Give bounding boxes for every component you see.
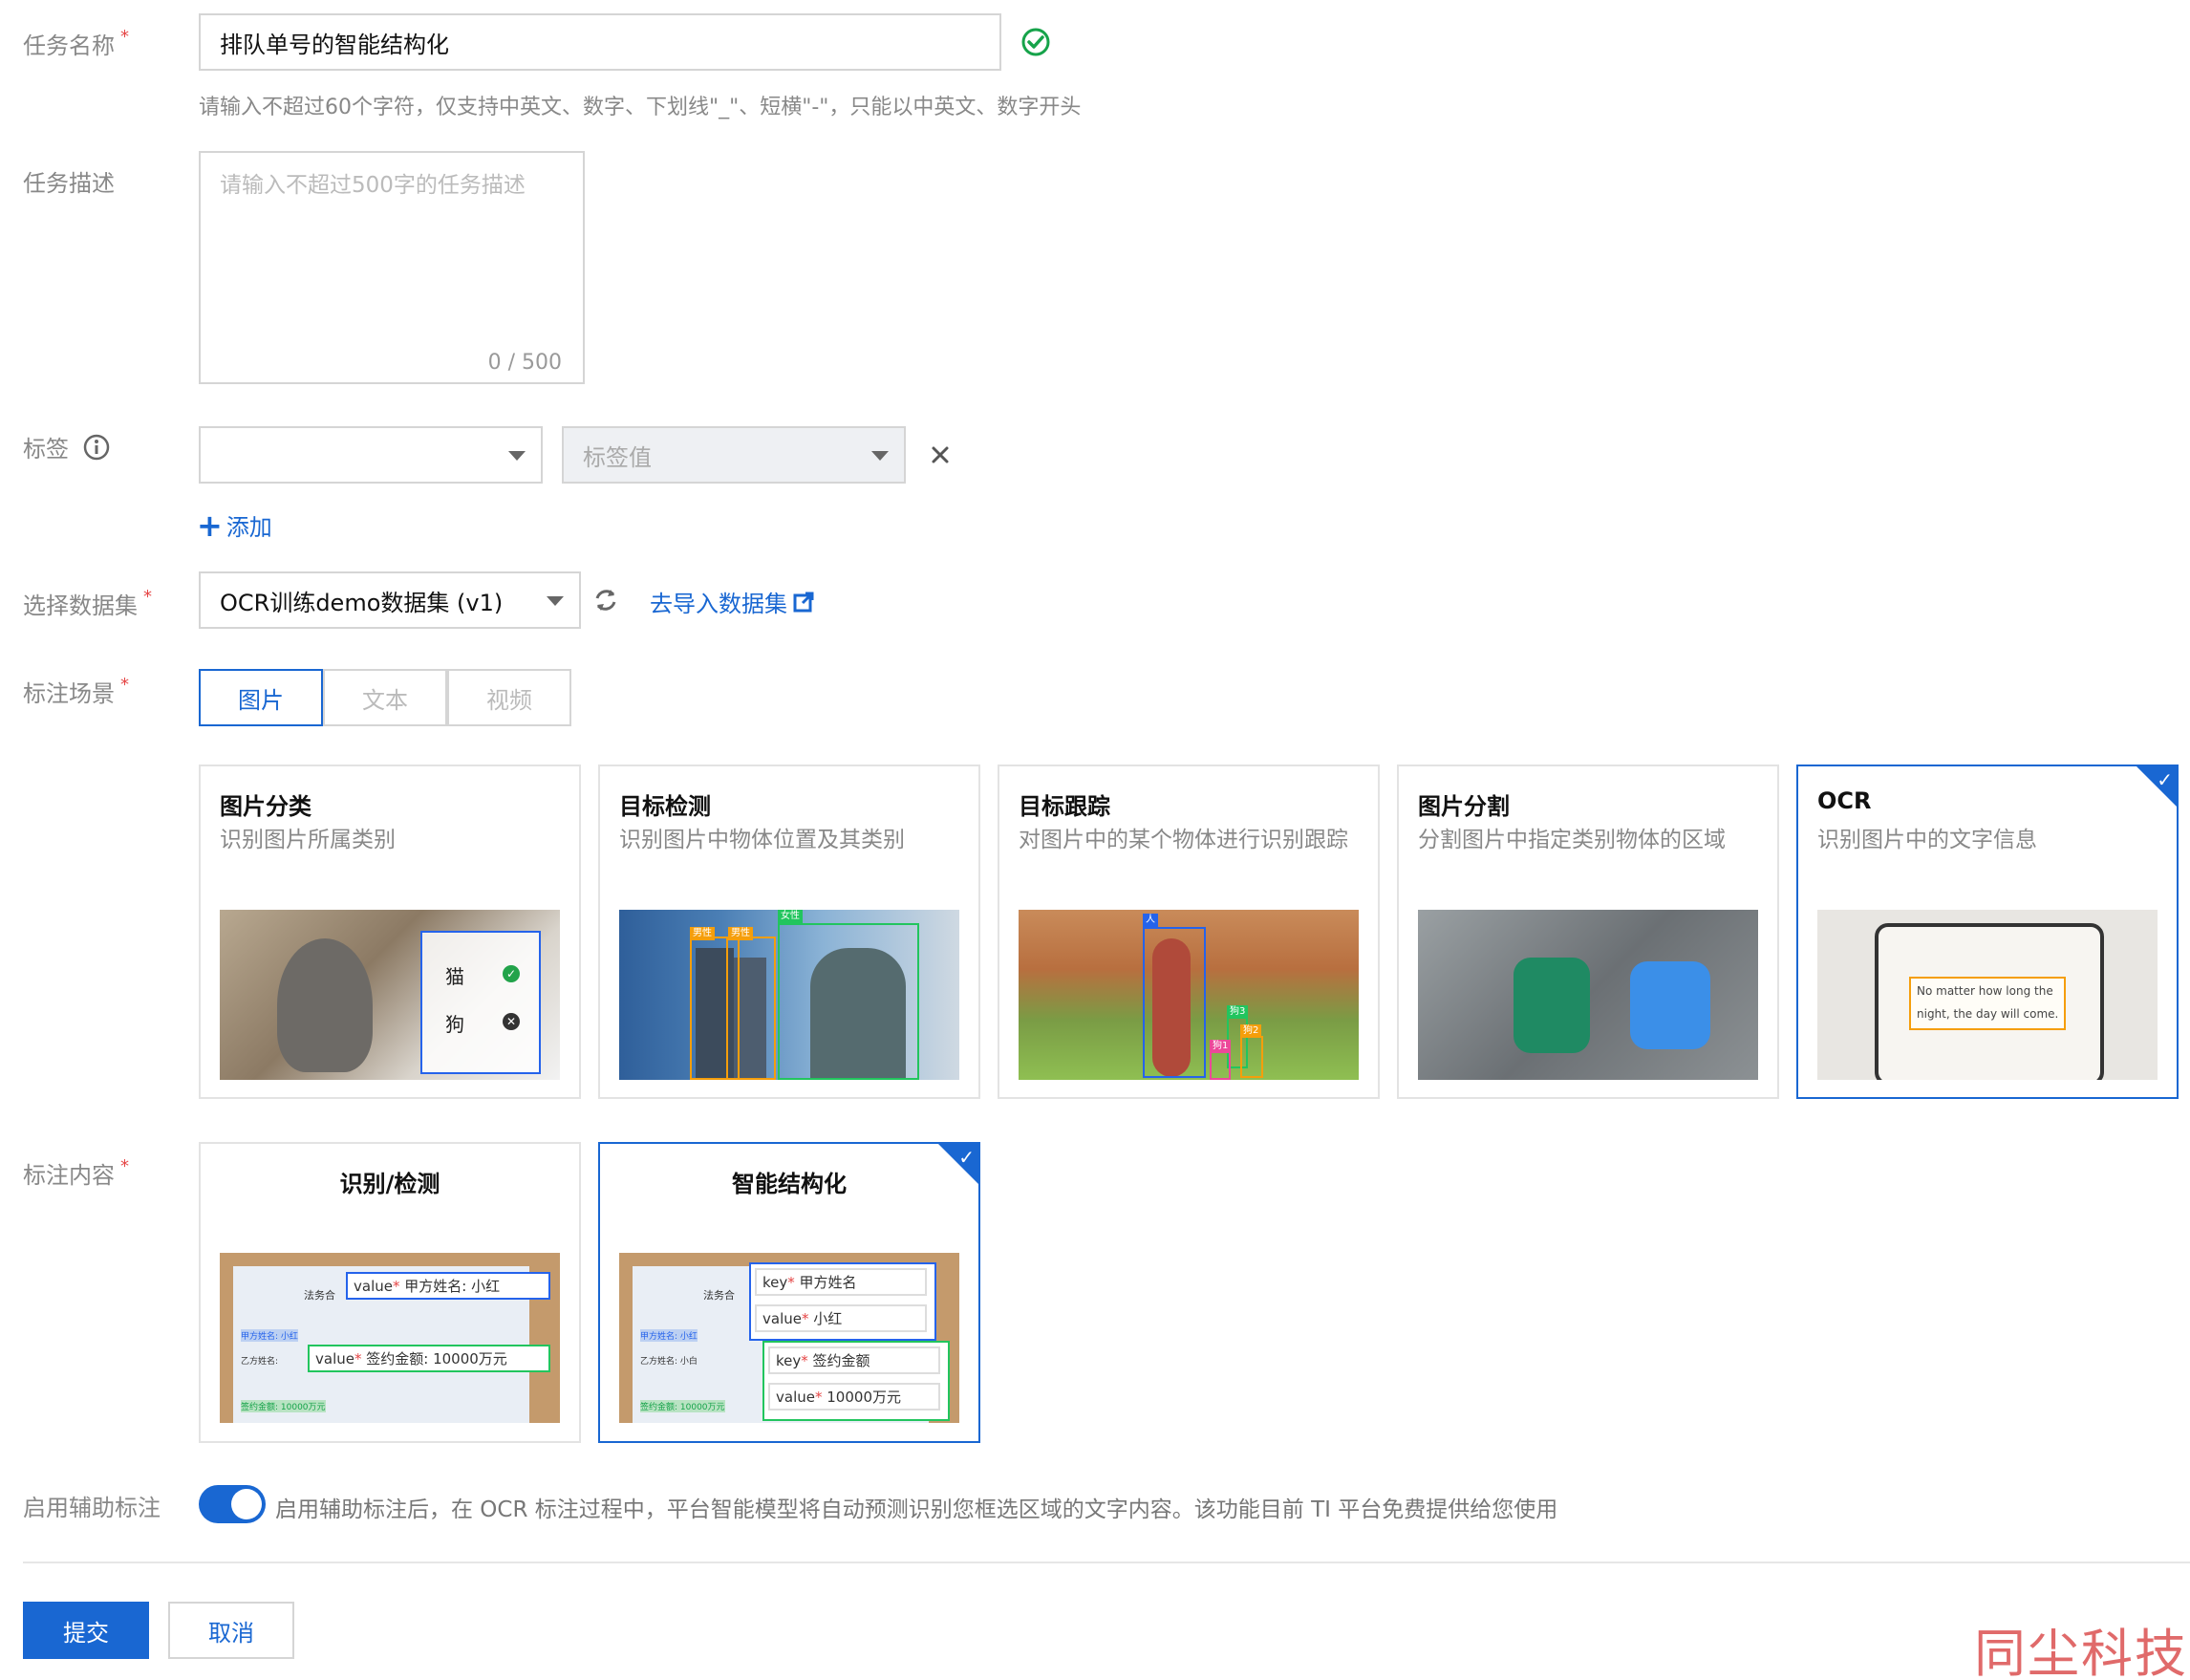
road-image xyxy=(1418,910,1758,1080)
runner-image: 人 狗3 狗2 狗1 xyxy=(1019,910,1359,1080)
ocr-text-line: No matter how long the xyxy=(1917,984,2053,998)
chevron-down-icon xyxy=(547,596,564,606)
value-field: value* 签约金额: 10000万元 xyxy=(308,1345,550,1372)
watermark: 同尘科技 xyxy=(1974,1624,2188,1680)
check-icon: ✓ xyxy=(503,965,520,982)
close-icon[interactable] xyxy=(931,445,950,464)
valid-check-icon xyxy=(1021,28,1050,56)
dataset-label: 选择数据集 * xyxy=(23,587,152,619)
content-card-recognition[interactable]: 识别/检测 法务合 甲方姓名: 小红 乙方姓名: 签约金额: 10000万元 v… xyxy=(199,1142,581,1443)
card-title: OCR xyxy=(1817,787,1872,814)
key-value-box: key* 签约金额 value* 10000万元 xyxy=(762,1341,950,1421)
person-tag: 人 xyxy=(1143,914,1158,927)
task-name-input[interactable]: 排队单号的智能结构化 xyxy=(199,13,1001,71)
scene-card-detection[interactable]: 目标检测 识别图片中物体位置及其类别 男性 男性 女性 xyxy=(598,765,980,1099)
toggle-knob xyxy=(231,1489,262,1519)
task-name-hint: 请输入不超过60个字符，仅支持中英文、数字、下划线"_"、短横"-"，只能以中英… xyxy=(199,96,1082,119)
value-field: value* 甲方姓名: 小红 xyxy=(346,1272,550,1300)
doc-text: 甲方姓名: 小红 xyxy=(640,1329,698,1342)
dog-label: 狗 xyxy=(445,1013,464,1036)
recognition-image: 法务合 甲方姓名: 小红 乙方姓名: 签约金额: 10000万元 value* … xyxy=(220,1253,560,1423)
doc-text: 签约金额: 10000万元 xyxy=(241,1400,326,1412)
ocr-text-line: night, the day will come. xyxy=(1917,1007,2059,1021)
doc-text: 签约金额: 10000万元 xyxy=(640,1400,725,1412)
tag-key-select[interactable] xyxy=(199,426,543,484)
warehouse-image: 男性 男性 女性 xyxy=(619,910,959,1080)
card-desc: 分割图片中指定类别物体的区域 xyxy=(1418,828,1726,852)
dog2-tag: 狗2 xyxy=(1240,1024,1262,1038)
scene-card-tracking[interactable]: 目标跟踪 对图片中的某个物体进行识别跟踪 人 狗3 狗2 狗1 xyxy=(998,765,1380,1099)
add-tag-button[interactable]: + 添加 xyxy=(197,508,272,542)
task-desc-textarea[interactable]: 请输入不超过500字的任务描述 0 / 500 xyxy=(199,151,585,384)
doc-text: 法务合 xyxy=(304,1289,335,1302)
card-title: 智能结构化 xyxy=(732,1171,847,1197)
import-dataset-link[interactable]: 去导入数据集 xyxy=(650,585,814,618)
cancel-button[interactable]: 取消 xyxy=(168,1602,294,1659)
scene-card-segmentation[interactable]: 图片分割 分割图片中指定类别物体的区域 xyxy=(1397,765,1779,1099)
assist-description: 启用辅助标注后，在 OCR 标注过程中，平台智能模型将自动预测识别您框选区域的文… xyxy=(275,1497,1558,1522)
doc-text: 乙方姓名: 小白 xyxy=(640,1357,698,1367)
char-counter: 0 / 500 xyxy=(487,351,562,375)
female-tag: 女性 xyxy=(778,910,803,923)
doc-text: 甲方姓名: 小红 xyxy=(241,1329,298,1342)
card-title: 目标跟踪 xyxy=(1019,793,1110,820)
card-title: 图片分割 xyxy=(1418,793,1510,820)
card-desc: 识别图片所属类别 xyxy=(220,828,396,852)
x-icon: ✕ xyxy=(503,1013,520,1030)
content-label: 标注内容 * xyxy=(23,1156,129,1189)
chevron-down-icon xyxy=(871,451,889,461)
cat-image: 猫 ✓ 狗 ✕ xyxy=(220,910,560,1080)
tab-video[interactable]: 视频 xyxy=(447,669,571,726)
card-title: 图片分类 xyxy=(220,793,311,820)
divider xyxy=(23,1562,2190,1563)
tab-image[interactable]: 图片 xyxy=(199,669,323,726)
male-tag: 男性 xyxy=(728,927,753,940)
key-value-box: key* 甲方姓名 value* 小红 xyxy=(749,1262,936,1341)
tag-value-select[interactable]: 标签值 xyxy=(562,426,906,484)
tab-text[interactable]: 文本 xyxy=(323,669,447,726)
notebook-image: No matter how long the night, the day wi… xyxy=(1817,910,2158,1080)
value-field: value* 小红 xyxy=(755,1304,927,1332)
chevron-down-icon xyxy=(508,451,526,461)
card-desc: 识别图片中的文字信息 xyxy=(1817,828,2037,852)
task-desc-placeholder: 请输入不超过500字的任务描述 xyxy=(220,173,526,198)
doc-text: 乙方姓名: xyxy=(241,1357,279,1367)
content-card-structuring[interactable]: 智能结构化 法务合 甲方姓名: 小红 乙方姓名: 小白 签约金额: 10000万… xyxy=(598,1142,980,1443)
tags-label: 标签 xyxy=(23,430,111,463)
plus-icon: + xyxy=(197,506,223,544)
scene-card-ocr[interactable]: OCR 识别图片中的文字信息 No matter how long the ni… xyxy=(1796,765,2179,1099)
refresh-icon[interactable] xyxy=(590,585,621,615)
doc-text: 法务合 xyxy=(703,1289,735,1302)
cat-label: 猫 xyxy=(445,965,464,988)
assist-label: 启用辅助标注 xyxy=(23,1495,161,1521)
assist-toggle[interactable] xyxy=(199,1485,266,1523)
task-name-label: 任务名称 * xyxy=(23,27,129,59)
male-tag: 男性 xyxy=(690,927,715,940)
dataset-select[interactable]: OCR训练demo数据集 (v1) xyxy=(199,571,581,629)
submit-button[interactable]: 提交 xyxy=(23,1602,149,1659)
info-icon[interactable] xyxy=(82,433,111,462)
card-title: 目标检测 xyxy=(619,793,711,820)
value-field: value* 10000万元 xyxy=(768,1383,940,1411)
check-icon: ✓ xyxy=(958,1146,975,1169)
scene-card-classification[interactable]: 图片分类 识别图片所属类别 猫 ✓ 狗 ✕ xyxy=(199,765,581,1099)
external-link-icon xyxy=(793,592,814,612)
structuring-image: 法务合 甲方姓名: 小红 乙方姓名: 小白 签约金额: 10000万元 key*… xyxy=(619,1253,959,1423)
card-title: 识别/检测 xyxy=(339,1171,440,1197)
key-field: key* 签约金额 xyxy=(768,1346,940,1374)
card-desc: 对图片中的某个物体进行识别跟踪 xyxy=(1019,828,1348,852)
scene-label: 标注场景 * xyxy=(23,675,129,707)
dog3-tag: 狗3 xyxy=(1227,1005,1249,1019)
card-desc: 识别图片中物体位置及其类别 xyxy=(619,828,905,852)
task-desc-label: 任务描述 xyxy=(23,170,115,197)
key-field: key* 甲方姓名 xyxy=(755,1268,927,1296)
check-icon: ✓ xyxy=(2157,768,2173,791)
dog1-tag: 狗1 xyxy=(1210,1040,1232,1053)
